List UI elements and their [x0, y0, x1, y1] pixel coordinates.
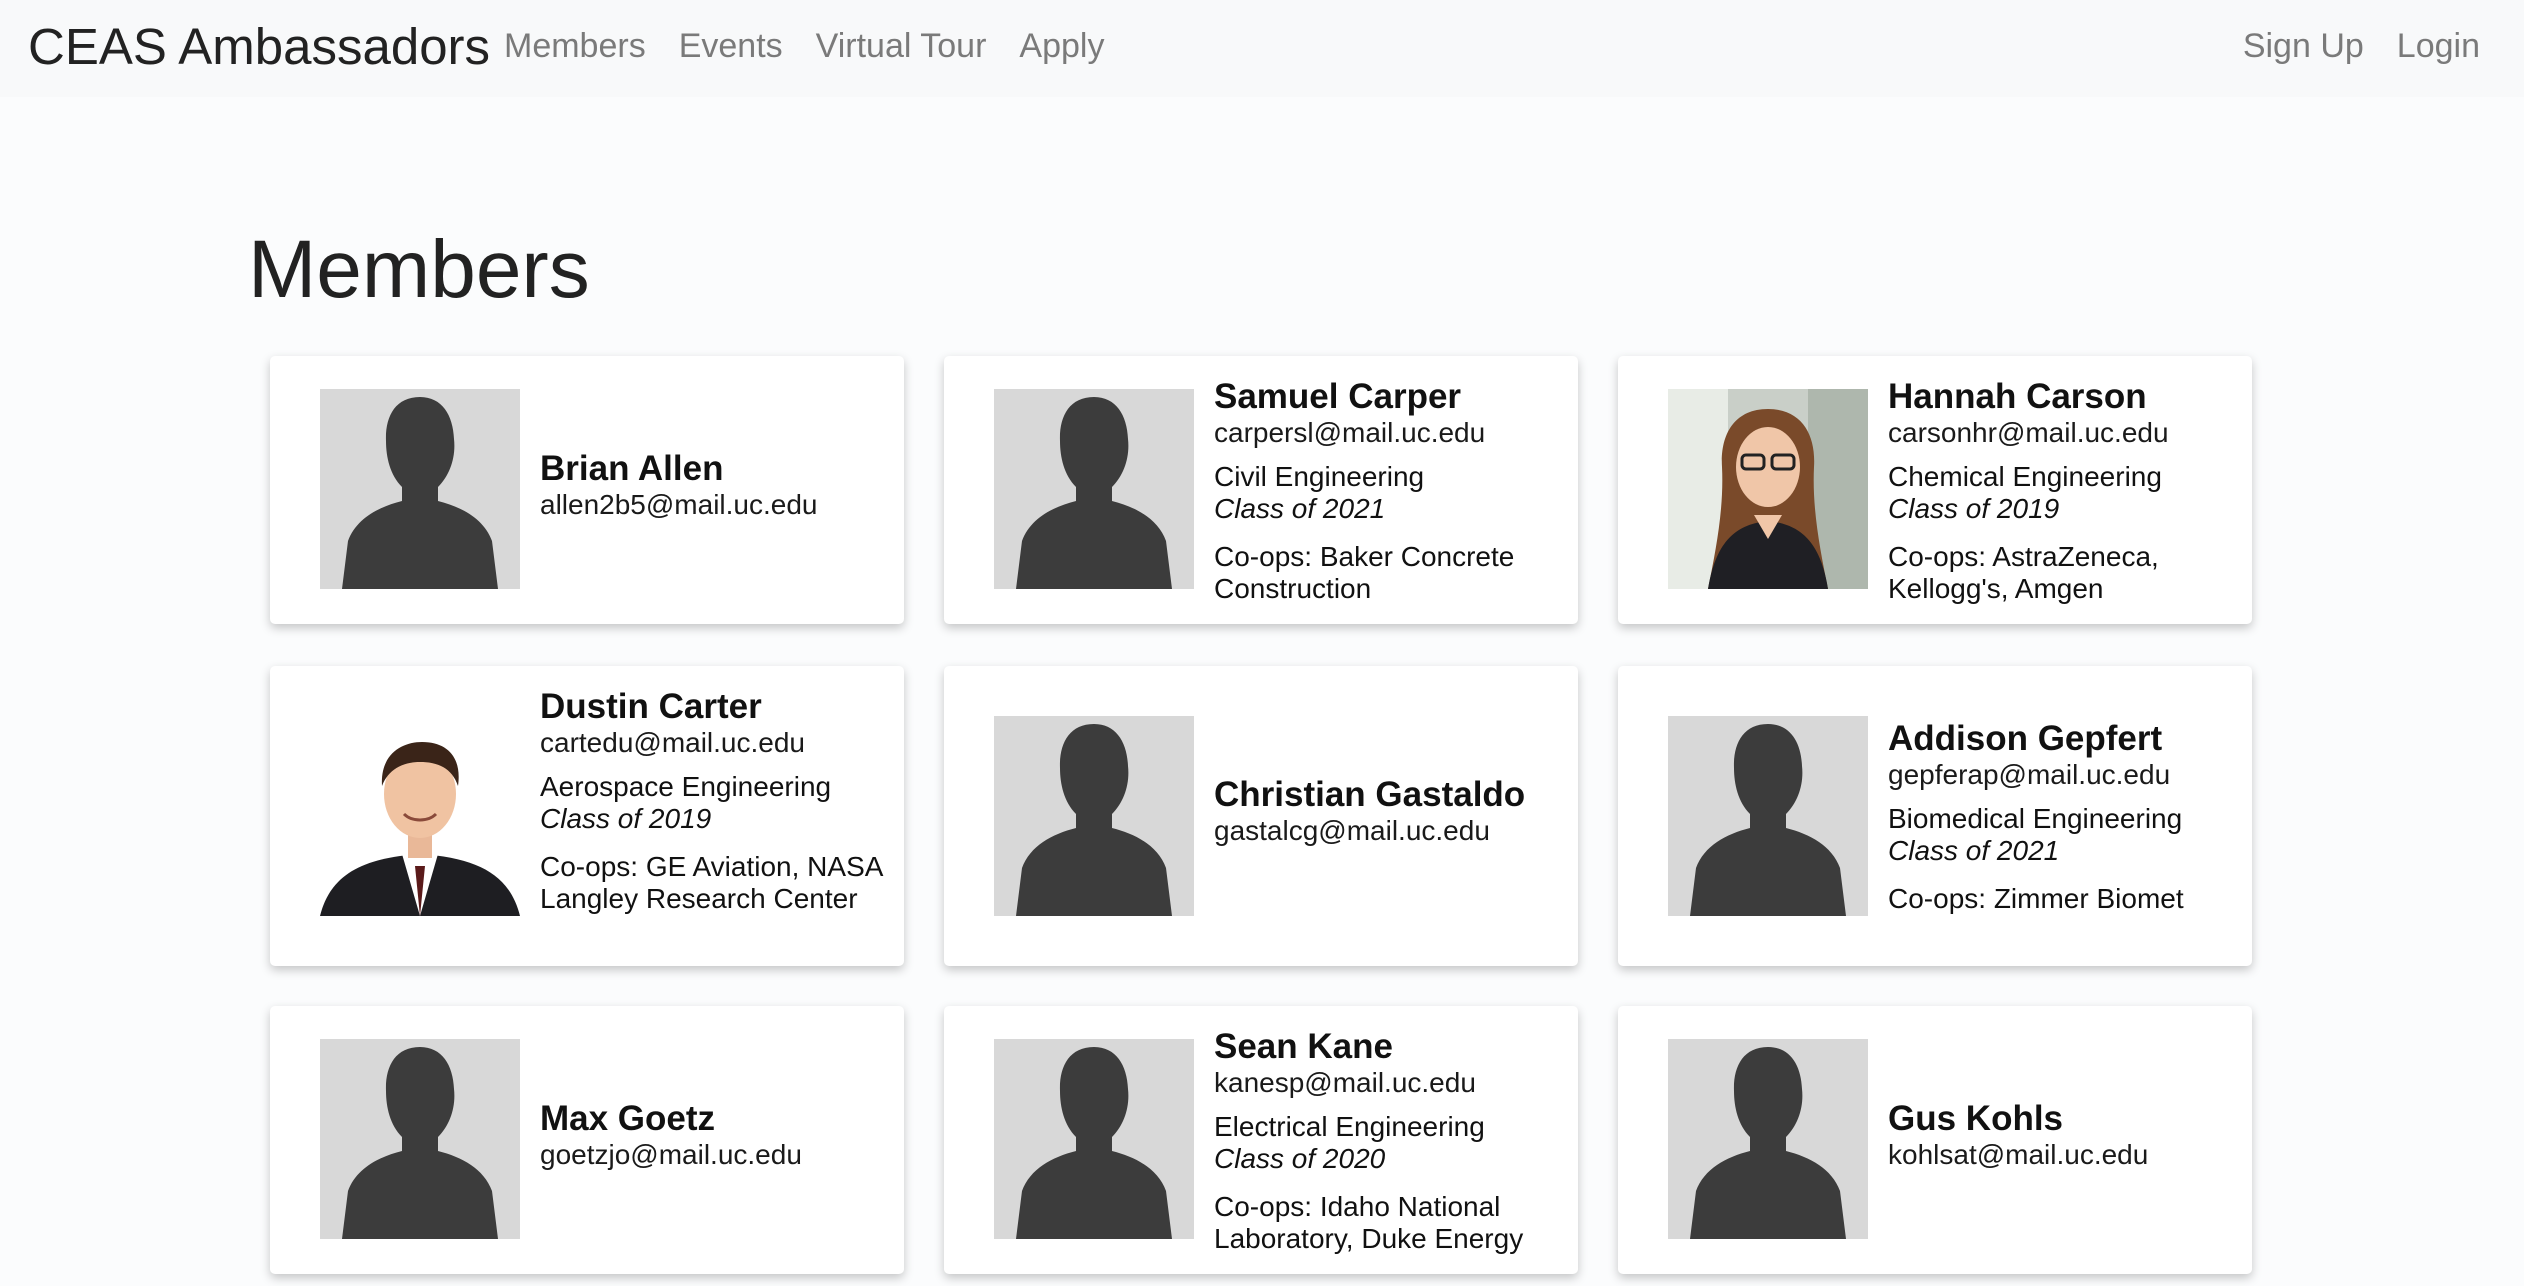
nav-link-apply[interactable]: Apply — [1019, 26, 1104, 66]
nav-link-events[interactable]: Events — [679, 26, 783, 66]
nav-link-members[interactable]: Members — [504, 26, 646, 66]
nav-link-virtual-tour[interactable]: Virtual Tour — [816, 26, 987, 66]
avatar — [1668, 716, 1868, 916]
sign-up-link[interactable]: Sign Up — [2243, 26, 2364, 66]
login-link[interactable]: Login — [2397, 26, 2480, 66]
person-silhouette-icon — [994, 1039, 1194, 1239]
member-info: Addison Gepfert gepferap@mail.uc.edu Bio… — [1888, 720, 2232, 915]
member-coops: Co-ops: Baker Concrete Construction — [1214, 541, 1515, 604]
avatar — [320, 389, 520, 589]
person-silhouette-icon — [994, 389, 1194, 589]
member-card: Max Goetz goetzjo@mail.uc.edu — [270, 1006, 904, 1274]
member-info: Max Goetz goetzjo@mail.uc.edu — [540, 1100, 884, 1171]
member-card: Gus Kohls kohlsat@mail.uc.edu — [1618, 1006, 2252, 1274]
member-email: kohlsat@mail.uc.edu — [1888, 1139, 2149, 1170]
member-info: Sean Kane kanesp@mail.uc.edu Electrical … — [1214, 1028, 1558, 1255]
member-card: Brian Allen allen2b5@mail.uc.edu — [270, 356, 904, 624]
member-coops: Co-ops: AstraZeneca, Kellogg's, Amgen — [1888, 541, 2159, 604]
member-card: Christian Gastaldo gastalcg@mail.uc.edu — [944, 666, 1578, 966]
member-card: Samuel Carper carpersl@mail.uc.edu Civil… — [944, 356, 1578, 624]
member-card: Hannah Carson carsonhr@mail.uc.edu Chemi… — [1618, 356, 2252, 624]
member-major: Civil Engineering — [1214, 461, 1425, 492]
member-name: Gus Kohls — [1888, 1099, 2064, 1138]
member-card: Sean Kane kanesp@mail.uc.edu Electrical … — [944, 1006, 1578, 1274]
member-class: Class of 2019 — [1888, 493, 2060, 524]
avatar — [320, 716, 520, 916]
avatar — [1668, 1039, 1868, 1239]
member-email: kanesp@mail.uc.edu — [1214, 1067, 1476, 1098]
member-name: Christian Gastaldo — [1214, 775, 1526, 814]
member-info: Brian Allen allen2b5@mail.uc.edu — [540, 450, 884, 521]
member-class: Class of 2021 — [1888, 835, 2060, 866]
person-silhouette-icon — [320, 389, 520, 589]
navbar: CEAS Ambassadors Members Events Virtual … — [0, 0, 2524, 97]
member-name: Dustin Carter — [540, 687, 762, 726]
member-email: cartedu@mail.uc.edu — [540, 727, 806, 758]
member-major: Electrical Engineering — [1214, 1111, 1485, 1142]
member-name: Brian Allen — [540, 449, 724, 488]
member-info: Dustin Carter cartedu@mail.uc.edu Aerosp… — [540, 688, 884, 915]
member-name: Sean Kane — [1214, 1027, 1393, 1066]
member-class: Class of 2020 — [1214, 1143, 1386, 1174]
person-silhouette-icon — [994, 716, 1194, 916]
avatar — [1668, 389, 1868, 589]
person-silhouette-icon — [320, 1039, 520, 1239]
avatar — [994, 716, 1194, 916]
member-email: carpersl@mail.uc.edu — [1214, 417, 1486, 448]
member-major: Aerospace Engineering — [540, 771, 832, 802]
member-info: Gus Kohls kohlsat@mail.uc.edu — [1888, 1100, 2232, 1171]
member-info: Hannah Carson carsonhr@mail.uc.edu Chemi… — [1888, 378, 2232, 605]
member-info: Christian Gastaldo gastalcg@mail.uc.edu — [1214, 776, 1558, 847]
member-class: Class of 2021 — [1214, 493, 1386, 524]
person-silhouette-icon — [1668, 1039, 1868, 1239]
member-coops: Co-ops: Zimmer Biomet — [1888, 883, 2184, 914]
portrait-man-photo — [320, 716, 520, 916]
member-coops: Co-ops: Idaho National Laboratory, Duke … — [1214, 1191, 1524, 1254]
member-info: Samuel Carper carpersl@mail.uc.edu Civil… — [1214, 378, 1558, 605]
page-title: Members — [248, 224, 590, 315]
member-major: Chemical Engineering — [1888, 461, 2162, 492]
brand-link[interactable]: CEAS Ambassadors — [28, 18, 490, 76]
member-email: carsonhr@mail.uc.edu — [1888, 417, 2169, 448]
member-card: Addison Gepfert gepferap@mail.uc.edu Bio… — [1618, 666, 2252, 966]
avatar — [994, 1039, 1194, 1239]
member-email: gepferap@mail.uc.edu — [1888, 759, 2171, 790]
member-name: Samuel Carper — [1214, 377, 1462, 416]
member-email: allen2b5@mail.uc.edu — [540, 489, 818, 520]
avatar — [320, 1039, 520, 1239]
member-coops: Co-ops: GE Aviation, NASA Langley Resear… — [540, 851, 882, 914]
portrait-woman-photo — [1668, 389, 1868, 589]
member-email: goetzjo@mail.uc.edu — [540, 1139, 802, 1170]
auth-links: Sign Up Login — [2243, 26, 2480, 66]
member-card: Dustin Carter cartedu@mail.uc.edu Aerosp… — [270, 666, 904, 966]
nav-links: Members Events Virtual Tour Apply — [504, 26, 1104, 66]
member-email: gastalcg@mail.uc.edu — [1214, 815, 1490, 846]
person-silhouette-icon — [1668, 716, 1868, 916]
member-name: Hannah Carson — [1888, 377, 2147, 416]
avatar — [994, 389, 1194, 589]
member-major: Biomedical Engineering — [1888, 803, 2183, 834]
member-name: Addison Gepfert — [1888, 719, 2163, 758]
member-class: Class of 2019 — [540, 803, 712, 834]
member-name: Max Goetz — [540, 1099, 716, 1138]
